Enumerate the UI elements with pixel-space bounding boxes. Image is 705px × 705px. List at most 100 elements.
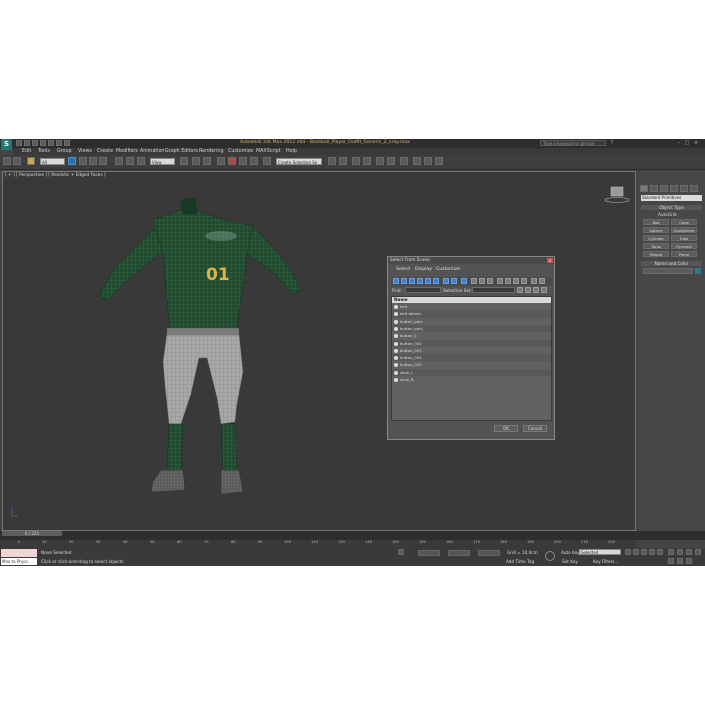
timeline-ruler[interactable]: 0 10 20 30 40 50 60 70 80 90 100 110 120…: [0, 540, 636, 548]
teapot-button[interactable]: Teapot: [643, 251, 669, 257]
rectangular-selection-icon[interactable]: [89, 157, 97, 165]
filter-groups-icon[interactable]: [443, 278, 449, 284]
undo-tool-icon[interactable]: [3, 157, 11, 165]
schematic-view-icon[interactable]: [387, 157, 395, 165]
rendered-frame-window-icon[interactable]: [424, 157, 432, 165]
filter-spacewarps-icon[interactable]: [433, 278, 439, 284]
dialog-title[interactable]: Select From Scene: [388, 257, 554, 264]
cone-button[interactable]: Cone: [671, 219, 697, 225]
help-icon[interactable]: ?: [609, 140, 615, 146]
window-crossing-icon[interactable]: [99, 157, 107, 165]
go-to-start-icon[interactable]: [625, 549, 631, 555]
go-to-end-icon[interactable]: [657, 549, 663, 555]
material-editor-icon[interactable]: [400, 157, 408, 165]
selection-filter-dropdown[interactable]: All: [40, 158, 65, 165]
find-input[interactable]: [405, 287, 441, 293]
key-set-dropdown[interactable]: Selected: [579, 549, 621, 555]
filter-helpers-icon[interactable]: [425, 278, 431, 284]
filter-geometry-icon[interactable]: [393, 278, 399, 284]
pivot-icon[interactable]: [180, 157, 188, 165]
angle-snap-icon[interactable]: [228, 157, 236, 165]
reference-coordinate-dropdown[interactable]: View: [150, 158, 175, 165]
filter-funnel-icon[interactable]: [531, 278, 537, 284]
list-item[interactable]: belt details: [392, 310, 551, 318]
maximize-icon[interactable]: □: [684, 140, 690, 146]
key-filters-button[interactable]: Key Filters...: [593, 559, 618, 564]
selection-set-add-icon[interactable]: [525, 287, 531, 293]
cancel-button[interactable]: Cancel: [523, 425, 547, 432]
zoom-extents-icon[interactable]: [686, 549, 692, 555]
fetch-icon[interactable]: [64, 140, 70, 146]
close-icon[interactable]: ×: [693, 140, 699, 146]
auto-key-button[interactable]: Auto Key: [561, 550, 580, 555]
object-name-field[interactable]: [643, 268, 693, 274]
search-input[interactable]: Type a keyword or phrase: [540, 140, 606, 146]
filter-cameras-icon[interactable]: [417, 278, 423, 284]
list-item[interactable]: button_004: [392, 354, 551, 362]
hierarchy-tab-icon[interactable]: [660, 185, 668, 192]
display-tab-icon[interactable]: [680, 185, 688, 192]
pin-icon[interactable]: [539, 278, 545, 284]
menu-modifiers[interactable]: Modifiers: [116, 149, 138, 154]
select-object-icon[interactable]: [68, 157, 76, 165]
name-and-color-rollout[interactable]: Name and Color: [641, 261, 702, 266]
keyboard-shortcut-icon[interactable]: [203, 157, 211, 165]
pan-icon[interactable]: [668, 558, 674, 564]
redo-icon[interactable]: [48, 140, 54, 146]
select-all-icon[interactable]: [471, 278, 477, 284]
primitive-type-dropdown[interactable]: Standard Primitives: [641, 195, 702, 201]
selection-set-icon[interactable]: [517, 287, 523, 293]
key-mode-icon[interactable]: [545, 551, 555, 561]
previous-frame-icon[interactable]: [633, 549, 639, 555]
menu-help[interactable]: Help: [286, 149, 297, 154]
menu-animation[interactable]: Animation: [140, 149, 164, 154]
dialog-menu-display[interactable]: Display: [415, 267, 432, 272]
list-item[interactable]: button_005: [392, 361, 551, 368]
selection-set-dropdown[interactable]: [472, 287, 515, 293]
new-icon[interactable]: [16, 140, 22, 146]
redo-tool-icon[interactable]: [13, 157, 21, 165]
maxscript-listener[interactable]: [1, 549, 37, 557]
modify-tab-icon[interactable]: [650, 185, 658, 192]
zoom-icon[interactable]: [668, 549, 674, 555]
ok-button[interactable]: OK: [494, 425, 518, 432]
edit-named-selection-icon[interactable]: [263, 157, 271, 165]
open-icon[interactable]: [24, 140, 30, 146]
sphere-button[interactable]: Sphere: [643, 227, 669, 233]
filter-bones-icon[interactable]: [461, 278, 467, 284]
tube-button[interactable]: Tube: [671, 235, 697, 241]
zoom-all-icon[interactable]: [677, 549, 683, 555]
scene-object-list[interactable]: Name belt belt details button_part butto…: [391, 296, 552, 421]
menu-graph-editors[interactable]: Graph Editors: [165, 149, 198, 154]
filter-lights-icon[interactable]: [409, 278, 415, 284]
layer-manager-icon[interactable]: [352, 157, 360, 165]
selection-set-remove-icon[interactable]: [533, 287, 539, 293]
add-time-tag[interactable]: Add Time Tag: [506, 559, 534, 564]
utilities-tab-icon[interactable]: [690, 185, 698, 192]
snaps-toggle-icon[interactable]: [217, 157, 225, 165]
pyramid-button[interactable]: Pyramid: [671, 243, 697, 249]
dialog-menu-customize[interactable]: Customize: [436, 267, 460, 272]
object-color-swatch[interactable]: [695, 268, 701, 274]
menu-customize[interactable]: Customize: [228, 149, 253, 154]
save-icon[interactable]: [32, 140, 38, 146]
z-coordinate-field[interactable]: [478, 550, 500, 556]
graphite-ribbon-icon[interactable]: [363, 157, 371, 165]
hold-icon[interactable]: [56, 140, 62, 146]
link-icon[interactable]: [27, 157, 35, 165]
menu-views[interactable]: Views: [78, 149, 92, 154]
torus-button[interactable]: Torus: [643, 243, 669, 249]
orbit-icon[interactable]: [677, 558, 683, 564]
menu-maxscript[interactable]: MAXScript: [256, 149, 281, 154]
lock-selection-icon[interactable]: [398, 549, 404, 555]
plane-button[interactable]: Plane: [671, 251, 697, 257]
maxscript-mini-listener[interactable]: Max to Physc: [1, 558, 37, 565]
list-item[interactable]: button_003: [392, 347, 551, 354]
sync-selection-icon[interactable]: [513, 278, 519, 284]
y-coordinate-field[interactable]: [448, 550, 470, 556]
list-item[interactable]: shoe_L: [392, 368, 551, 376]
track-bar[interactable]: [0, 531, 705, 540]
scale-icon[interactable]: [137, 157, 145, 165]
list-item[interactable]: button_part_: [392, 324, 551, 333]
autogrid-checkbox[interactable]: AutoGrid: [658, 212, 677, 217]
